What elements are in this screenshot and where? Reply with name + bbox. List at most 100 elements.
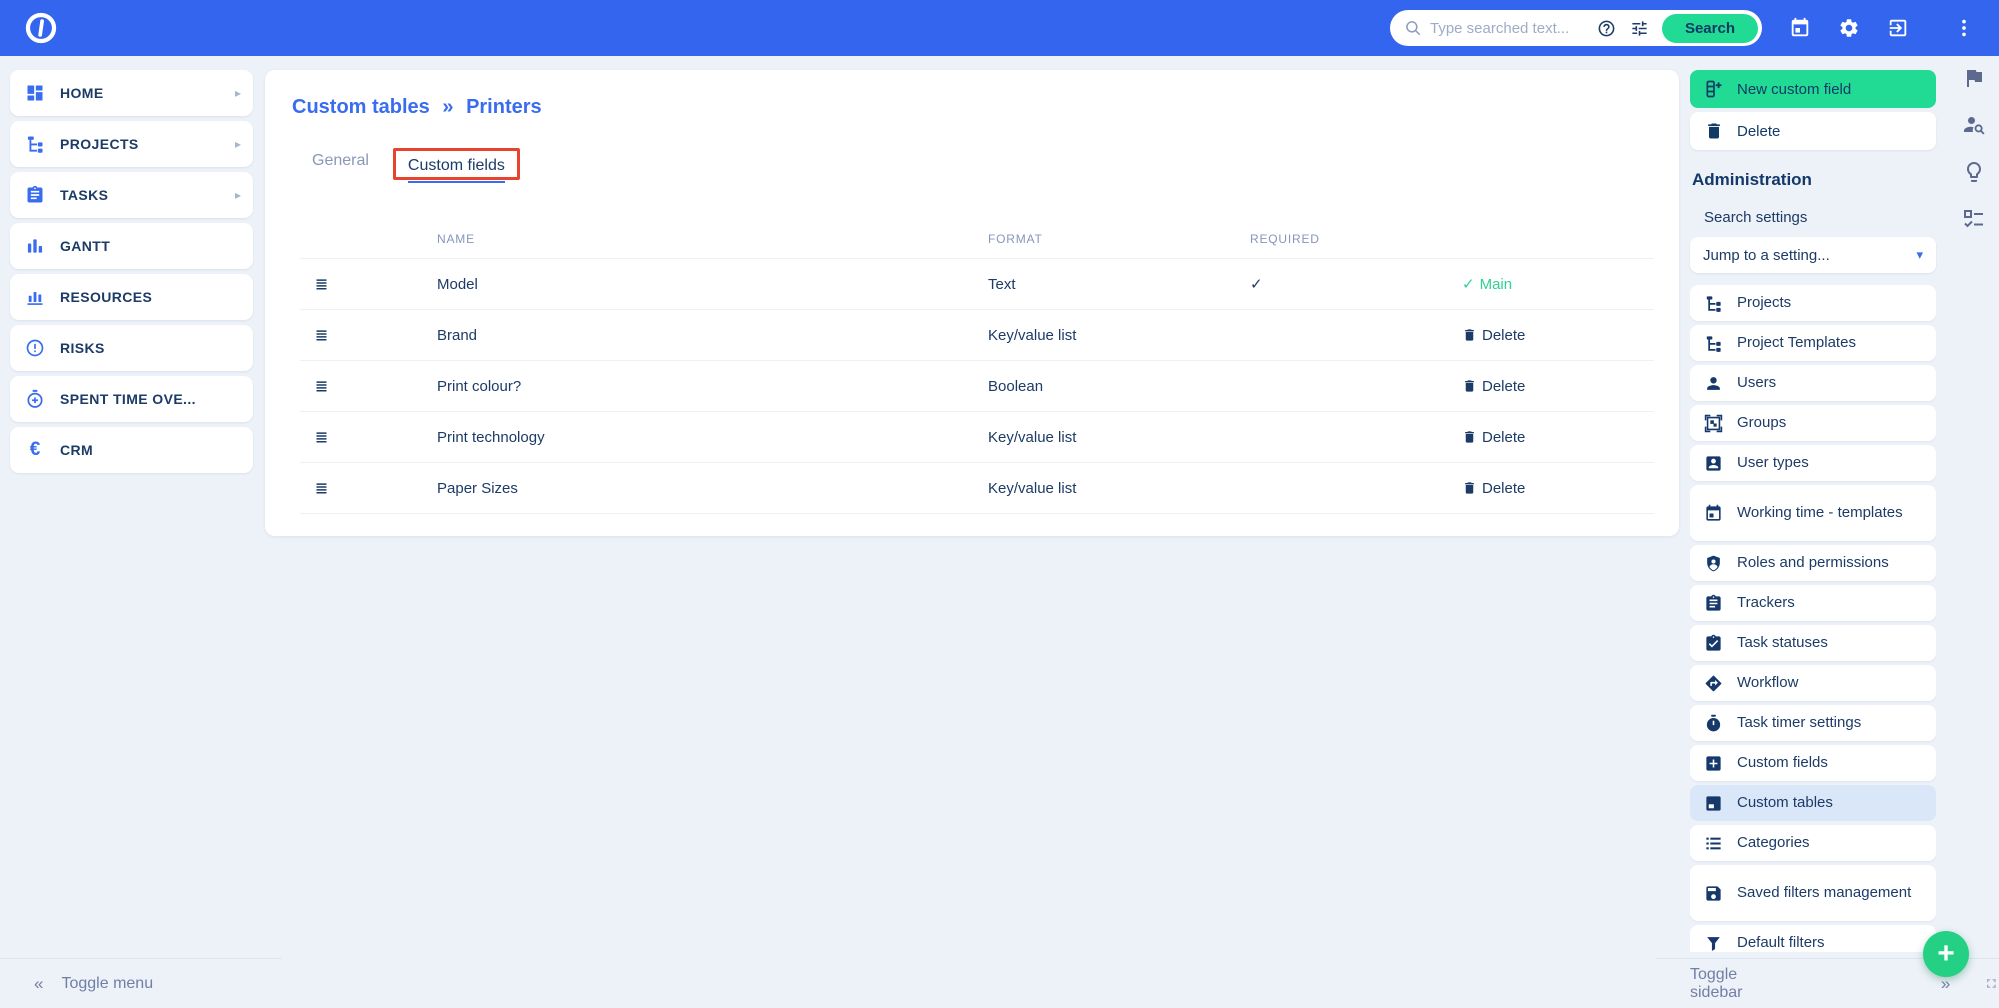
sidebar-item-project-templates[interactable]: Project Templates bbox=[1690, 325, 1936, 361]
submenu-arrow-icon: ▸ bbox=[234, 188, 241, 202]
menu-item-label: TASKS bbox=[60, 187, 109, 203]
menu-item-gantt[interactable]: GANTT bbox=[10, 223, 253, 269]
sidebar-item-label: Workflow bbox=[1737, 674, 1799, 692]
new-custom-field-button[interactable]: New custom field bbox=[1690, 70, 1936, 108]
menu-item-home[interactable]: HOME ▸ bbox=[10, 70, 253, 116]
dashboard-grid-icon bbox=[25, 83, 45, 103]
main-field-indicator: ✓ Main bbox=[1462, 275, 1654, 294]
administration-heading: Administration bbox=[1692, 170, 1812, 189]
project-tree-icon bbox=[1704, 294, 1723, 313]
annotation-highlight-box: Custom fields bbox=[392, 148, 520, 183]
sidebar-item-label: Trackers bbox=[1737, 594, 1795, 612]
menu-item-spent-time[interactable]: SPENT TIME OVE... bbox=[10, 376, 253, 422]
delete-link[interactable]: Delete bbox=[1482, 480, 1525, 497]
menu-item-tasks[interactable]: TASKS ▸ bbox=[10, 172, 253, 218]
alert-circle-icon bbox=[25, 338, 45, 358]
sidebar-item-saved-filters-management[interactable]: Saved filters management bbox=[1690, 865, 1936, 921]
checklist-icon[interactable] bbox=[1962, 207, 1986, 231]
sidebar-item-workflow[interactable]: Workflow bbox=[1690, 665, 1936, 701]
column-header-required: REQUIRED bbox=[1250, 232, 1320, 246]
sidebar-item-task-statuses[interactable]: Task statuses bbox=[1690, 625, 1936, 661]
menu-item-label: CRM bbox=[60, 442, 94, 458]
plus-icon: + bbox=[1937, 937, 1955, 970]
calendar-icon[interactable] bbox=[1789, 17, 1811, 39]
main-link[interactable]: Main bbox=[1480, 276, 1513, 293]
add-fab-button[interactable]: + bbox=[1923, 931, 1969, 977]
search-button[interactable]: Search bbox=[1661, 13, 1758, 43]
gear-icon[interactable] bbox=[1838, 17, 1860, 39]
field-name-cell: Paper Sizes bbox=[437, 479, 518, 497]
drag-handle-icon[interactable] bbox=[314, 430, 329, 445]
sidebar-item-projects[interactable]: Projects bbox=[1690, 285, 1936, 321]
field-name-cell: Print colour? bbox=[437, 377, 522, 395]
button-label: Delete bbox=[1737, 122, 1781, 140]
menu-item-label: GANTT bbox=[60, 238, 111, 254]
sidebar-item-label: Users bbox=[1737, 374, 1777, 392]
search-icon bbox=[1404, 19, 1422, 37]
sidebar-item-custom-tables[interactable]: Custom tables bbox=[1690, 785, 1936, 821]
search-input[interactable] bbox=[1422, 19, 1590, 37]
menu-item-crm[interactable]: € CRM bbox=[10, 427, 253, 473]
sidebar-item-custom-fields[interactable]: Custom fields bbox=[1690, 745, 1936, 781]
breadcrumb-section[interactable]: Custom tables bbox=[292, 96, 430, 118]
tab-general[interactable]: General bbox=[312, 152, 369, 177]
delete-link[interactable]: Delete bbox=[1482, 378, 1525, 395]
menu-item-risks[interactable]: RISKS bbox=[10, 325, 253, 371]
delete-action: Delete bbox=[1462, 480, 1654, 497]
drag-handle-icon[interactable] bbox=[314, 277, 329, 292]
sidebar-item-groups[interactable]: Groups bbox=[1690, 405, 1936, 441]
sidebar-item-label: Roles and permissions bbox=[1737, 554, 1889, 572]
flag-icon[interactable] bbox=[1962, 66, 1986, 90]
trash-icon bbox=[1704, 121, 1724, 141]
sidebar-item-categories[interactable]: Categories bbox=[1690, 825, 1936, 861]
help-icon[interactable] bbox=[1597, 19, 1616, 38]
field-name-cell: Model bbox=[437, 275, 478, 293]
required-check: ✓ bbox=[1250, 276, 1263, 293]
search-options-icon[interactable] bbox=[1630, 19, 1649, 38]
sidebar-item-trackers[interactable]: Trackers bbox=[1690, 585, 1936, 621]
tab-bar: General Custom fields bbox=[312, 148, 520, 183]
sidebar-item-task-timer-settings[interactable]: Task timer settings bbox=[1690, 705, 1936, 741]
toggle-menu-label: Toggle menu bbox=[61, 974, 154, 992]
stopwatch-plus-icon bbox=[25, 389, 45, 409]
administration-list: Projects Project Templates Users Groups … bbox=[1690, 285, 1936, 952]
clipboard-check-icon bbox=[1704, 634, 1723, 653]
lightbulb-icon[interactable] bbox=[1962, 160, 1986, 184]
delete-link[interactable]: Delete bbox=[1482, 429, 1525, 446]
delete-action: Delete bbox=[1462, 378, 1654, 395]
jump-to-setting-select[interactable]: Jump to a setting... ▾ bbox=[1690, 237, 1936, 273]
trash-icon bbox=[1462, 378, 1477, 394]
menu-item-label: RESOURCES bbox=[60, 289, 153, 305]
table-row: Model Text ✓ ✓ Main bbox=[300, 258, 1654, 309]
app-logo-icon[interactable] bbox=[24, 11, 58, 45]
euro-icon: € bbox=[29, 439, 41, 460]
drag-handle-icon[interactable] bbox=[314, 379, 329, 394]
left-menu: HOME ▸ PROJECTS ▸ TASKS ▸ GANTT RESOURCE… bbox=[10, 70, 253, 473]
sidebar-item-user-types[interactable]: User types bbox=[1690, 445, 1936, 481]
sidebar-item-label: Default filters bbox=[1737, 934, 1825, 952]
kebab-menu-icon[interactable] bbox=[1953, 17, 1975, 39]
toggle-menu[interactable]: « Toggle menu bbox=[0, 958, 282, 1008]
delete-link[interactable]: Delete bbox=[1482, 327, 1525, 344]
menu-item-resources[interactable]: RESOURCES bbox=[10, 274, 253, 320]
person-search-icon[interactable] bbox=[1962, 113, 1986, 137]
delete-button[interactable]: Delete bbox=[1690, 112, 1936, 150]
menu-item-projects[interactable]: PROJECTS ▸ bbox=[10, 121, 253, 167]
add-column-icon bbox=[1704, 79, 1724, 99]
menu-item-label: PROJECTS bbox=[60, 136, 139, 152]
breadcrumb-page[interactable]: Printers bbox=[466, 96, 542, 118]
logout-icon[interactable] bbox=[1887, 17, 1909, 39]
sidebar-item-roles-and-permissions[interactable]: Roles and permissions bbox=[1690, 545, 1936, 581]
sidebar-item-default-filters[interactable]: Default filters bbox=[1690, 925, 1936, 952]
drag-handle-icon[interactable] bbox=[314, 328, 329, 343]
fullscreen-icon[interactable] bbox=[1984, 973, 1999, 994]
field-format-cell: Key/value list bbox=[988, 326, 1077, 344]
toggle-sidebar[interactable]: Toggle sidebar bbox=[1690, 966, 1763, 1002]
sidebar-item-working-time-templates[interactable]: Working time - templates bbox=[1690, 485, 1936, 541]
sidebar-item-users[interactable]: Users bbox=[1690, 365, 1936, 401]
tab-custom-fields[interactable]: Custom fields bbox=[407, 157, 505, 183]
sidebar-item-label: Groups bbox=[1737, 414, 1787, 432]
drag-handle-icon[interactable] bbox=[314, 481, 329, 496]
topbar-actions: Search bbox=[1390, 10, 1979, 46]
right-sidebar: New custom field Delete Administration S… bbox=[1690, 70, 1936, 952]
